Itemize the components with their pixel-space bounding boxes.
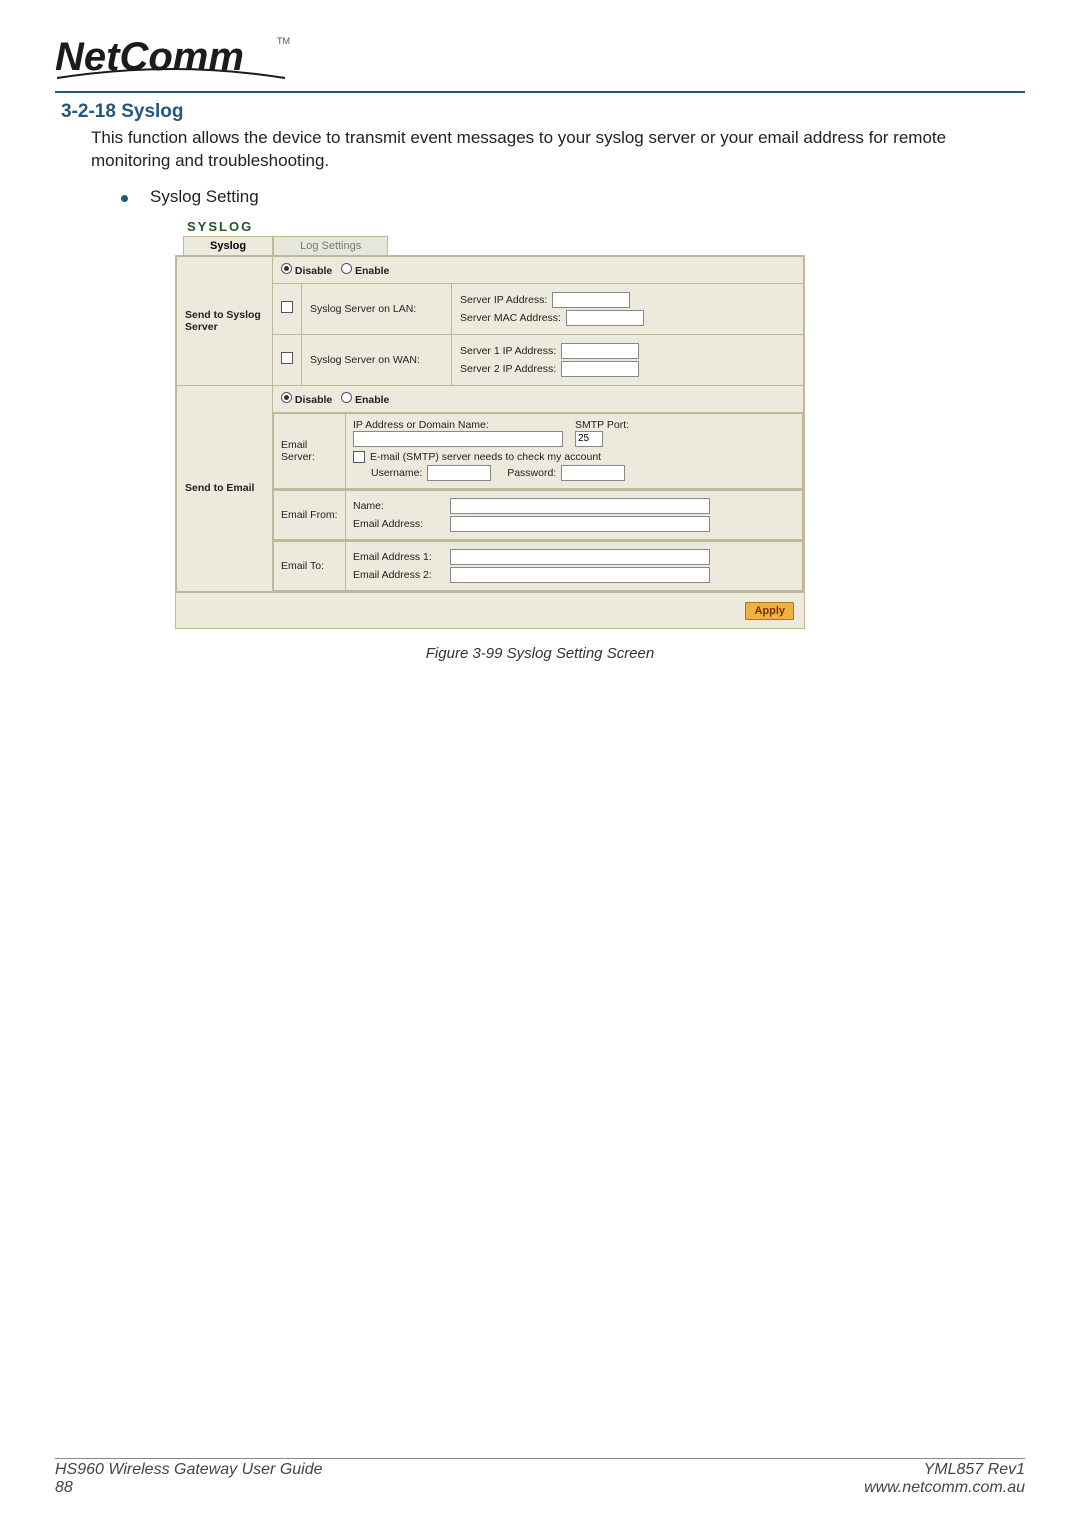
input-from-email[interactable] [450, 516, 710, 532]
footer-page-number: 88 [55, 1479, 323, 1497]
label-server-mac: Server MAC Address: [460, 312, 561, 324]
tab-log-settings[interactable]: Log Settings [273, 236, 388, 255]
label-send-to-syslog: Send to Syslog Server [177, 256, 273, 385]
tab-syslog[interactable]: Syslog [183, 236, 273, 255]
label-from-name: Name: [353, 500, 445, 512]
page-footer: HS960 Wireless Gateway User Guide 88 YML… [55, 1458, 1025, 1497]
intro-paragraph: This function allows the device to trans… [91, 127, 1025, 173]
svg-text:NetComm: NetComm [55, 35, 244, 79]
footer-revision: YML857 Rev1 [864, 1461, 1025, 1479]
label-to-email2: Email Address 2: [353, 569, 445, 581]
bullet-icon [121, 195, 128, 202]
header-rule [55, 91, 1025, 93]
footer-url: www.netcomm.com.au [864, 1479, 1025, 1497]
label-disable: Disable [295, 265, 332, 277]
section-heading: 3-2-18 Syslog [61, 101, 1025, 123]
footer-guide-title: HS960 Wireless Gateway User Guide [55, 1461, 323, 1479]
brand-logo: NetComm TM [55, 30, 1025, 87]
input-password[interactable] [561, 465, 625, 481]
svg-text:TM: TM [277, 36, 290, 46]
label-syslog-wan: Syslog Server on WAN: [302, 334, 452, 385]
label-ip-or-domain: IP Address or Domain Name: [353, 419, 563, 431]
checkbox-smtp-auth[interactable] [353, 451, 365, 463]
checkbox-syslog-lan[interactable] [281, 301, 293, 313]
label-syslog-lan: Syslog Server on LAN: [302, 283, 452, 334]
label-smtp-auth: E-mail (SMTP) server needs to check my a… [370, 451, 601, 463]
input-to-email2[interactable] [450, 567, 710, 583]
label-wan-ip2: Server 2 IP Address: [460, 363, 556, 375]
label-enable2: Enable [355, 394, 389, 406]
label-smtp-port: SMTP Port: [575, 419, 629, 431]
checkbox-syslog-wan[interactable] [281, 352, 293, 364]
input-from-name[interactable] [450, 498, 710, 514]
label-email-to: Email To: [274, 541, 346, 590]
label-username: Username: [371, 467, 422, 479]
label-send-to-email: Send to Email [177, 385, 273, 591]
input-username[interactable] [427, 465, 491, 481]
input-lan-server-mac[interactable] [566, 310, 644, 326]
figure-caption: Figure 3-99 Syslog Setting Screen [55, 645, 1025, 662]
input-wan-server2-ip[interactable] [561, 361, 639, 377]
label-password: Password: [507, 467, 556, 479]
radio-email-disable[interactable] [281, 392, 292, 403]
apply-button[interactable]: Apply [745, 602, 794, 620]
label-email-from: Email From: [274, 490, 346, 539]
radio-email-enable[interactable] [341, 392, 352, 403]
radio-syslog-disable[interactable] [281, 263, 292, 274]
panel-title: SYSLOG [175, 213, 805, 234]
input-lan-server-ip[interactable] [552, 292, 630, 308]
label-disable2: Disable [295, 394, 332, 406]
label-server-ip: Server IP Address: [460, 294, 547, 306]
label-wan-ip1: Server 1 IP Address: [460, 345, 556, 357]
label-to-email1: Email Address 1: [353, 551, 445, 563]
label-email-server: Email Server: [274, 413, 346, 488]
syslog-screenshot: SYSLOG Syslog Log Settings Send to Syslo… [175, 213, 805, 629]
label-from-email: Email Address: [353, 518, 445, 530]
radio-syslog-enable[interactable] [341, 263, 352, 274]
input-email-server-host[interactable] [353, 431, 563, 447]
label-enable: Enable [355, 265, 389, 277]
input-wan-server1-ip[interactable] [561, 343, 639, 359]
bullet-label: Syslog Setting [150, 187, 259, 207]
input-to-email1[interactable] [450, 549, 710, 565]
input-smtp-port[interactable] [575, 431, 603, 447]
